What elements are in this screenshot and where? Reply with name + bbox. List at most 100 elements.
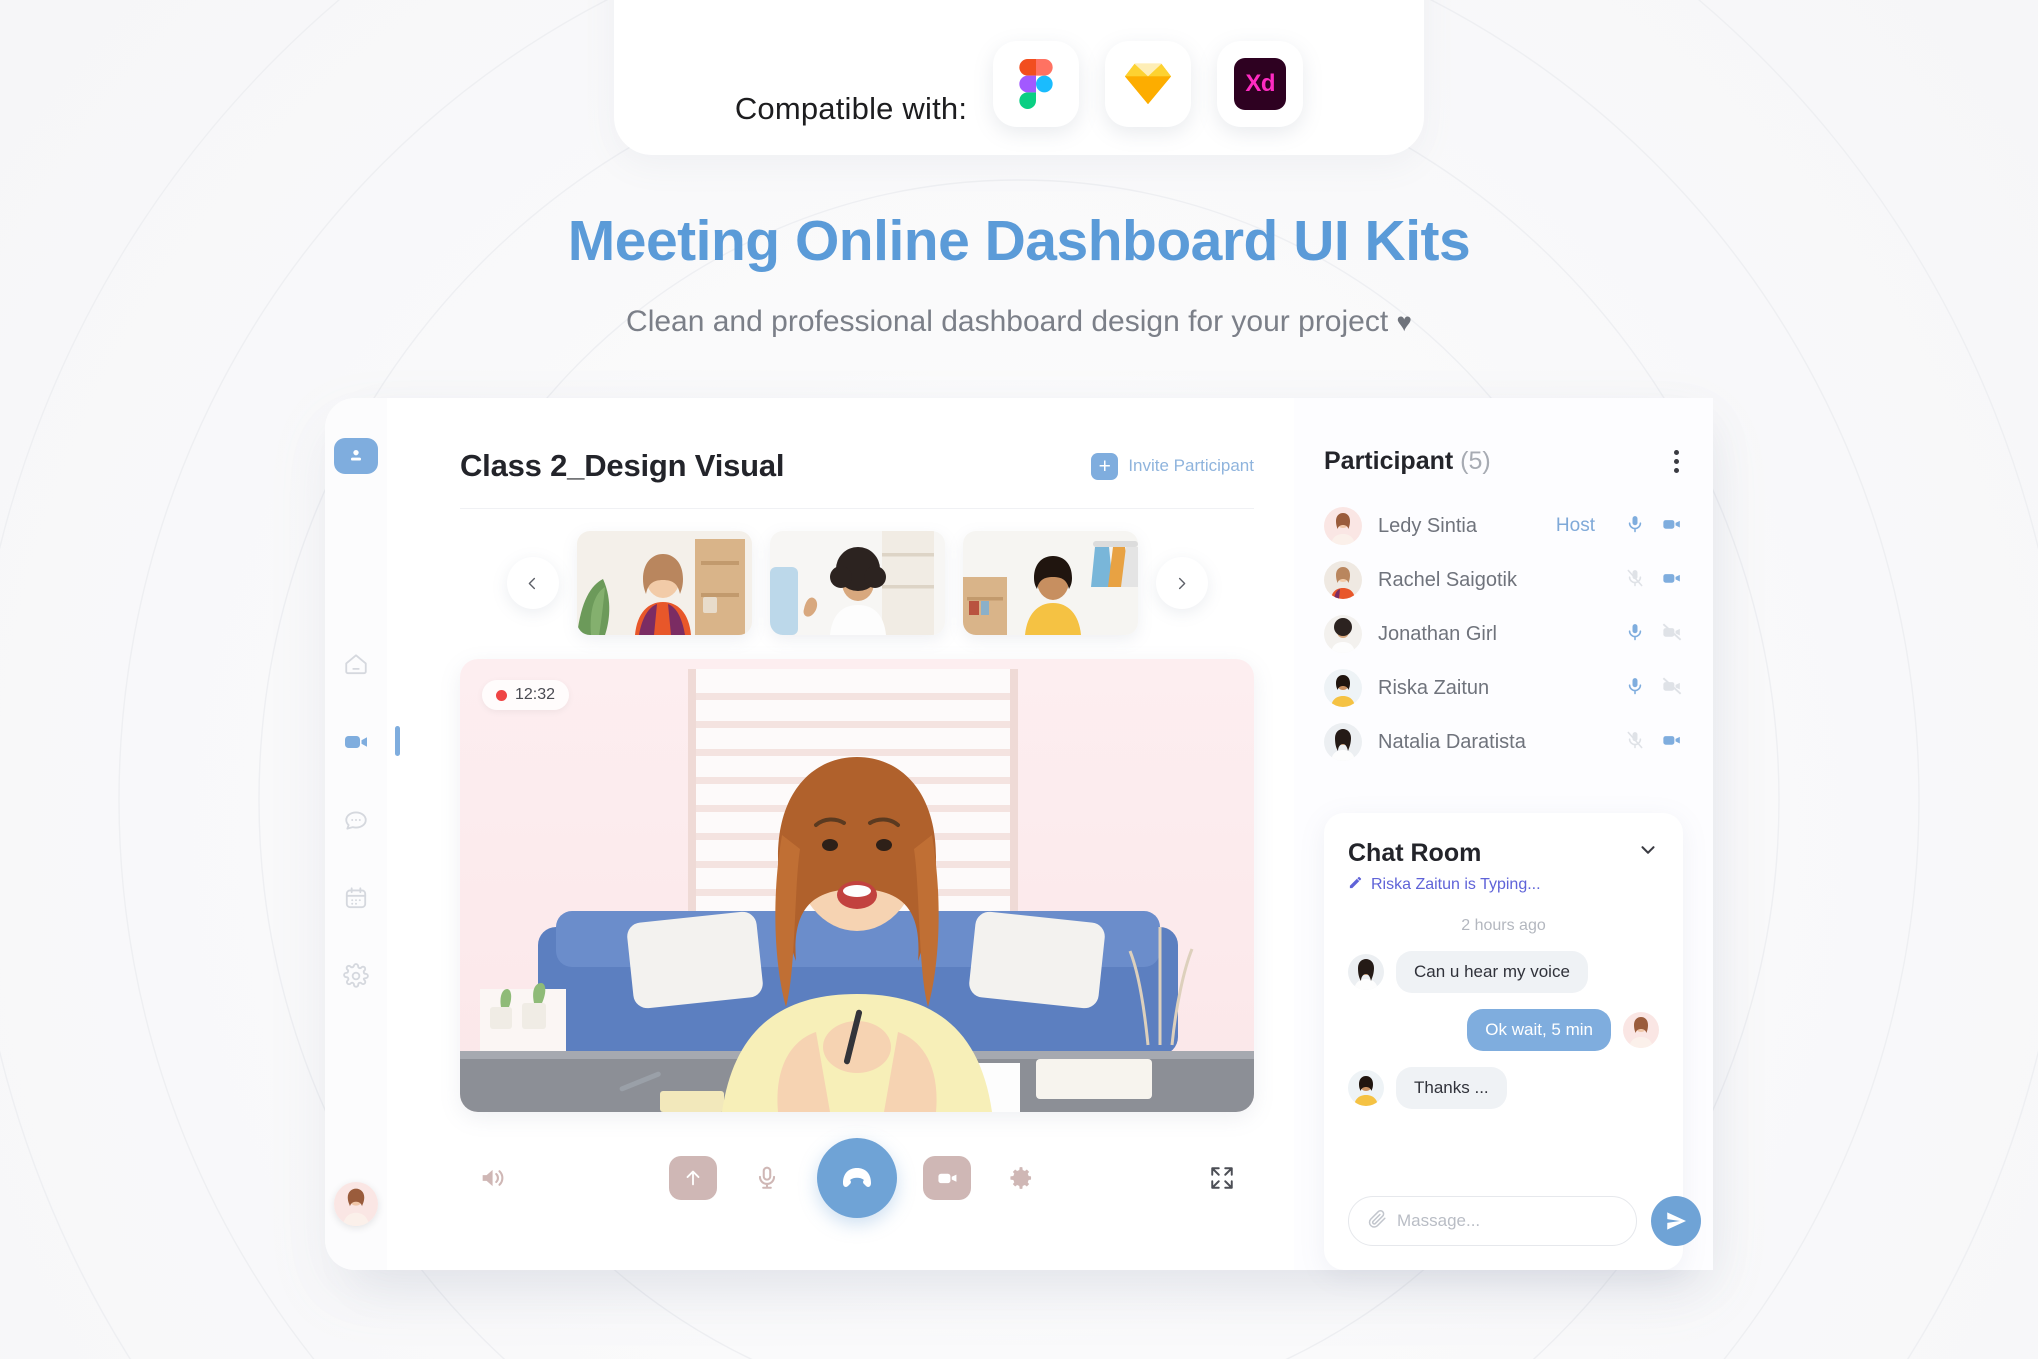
participant-row[interactable]: Riska Zaitun — [1324, 661, 1683, 715]
chevron-down-icon[interactable] — [1637, 839, 1659, 865]
thumbnail-participant-3[interactable] — [962, 531, 1138, 635]
screen-share-icon[interactable] — [669, 1156, 717, 1200]
sidebar-item-home[interactable] — [334, 642, 378, 686]
video-on-icon[interactable] — [1661, 729, 1683, 756]
participant-name: Natalia Daratista — [1378, 730, 1526, 753]
sidebar-item-chat[interactable] — [334, 798, 378, 842]
microphone-off-icon[interactable] — [1625, 568, 1645, 593]
typing-indicator: Riska Zaitun is Typing... — [1348, 875, 1541, 895]
sidebar-item-settings[interactable] — [334, 954, 378, 998]
room-title: Class 2_Design Visual — [460, 448, 785, 483]
participant-carousel — [460, 531, 1254, 635]
primary-controls — [669, 1138, 1045, 1218]
participant-status-icons — [1625, 621, 1683, 648]
end-call-icon[interactable] — [817, 1138, 897, 1218]
timer-value: 12:32 — [515, 686, 556, 703]
video-camera-icon[interactable] — [923, 1156, 971, 1200]
compatible-with-card: Compatible with: Xd — [614, 0, 1424, 155]
participant-name: Rachel Saigotik — [1378, 568, 1517, 591]
participant-row[interactable]: Jonathan Girl — [1324, 607, 1683, 661]
video-on-icon[interactable] — [1661, 567, 1683, 594]
microphone-on-icon[interactable] — [1625, 676, 1645, 701]
chat-room-card: Chat Room Riska Zaitun is Typing... 2 ho… — [1324, 813, 1701, 1270]
avatar — [1324, 615, 1362, 653]
chat-bubble: Thanks ... — [1396, 1067, 1507, 1109]
participant-row[interactable]: Natalia Daratista — [1324, 715, 1683, 769]
main-video-stage[interactable]: 12:32 — [460, 659, 1254, 1112]
plus-icon: + — [1091, 452, 1119, 480]
participant-status-icons — [1625, 675, 1683, 702]
participants-title: Participant (5) — [1324, 447, 1491, 476]
message-input[interactable] — [1397, 1211, 1618, 1231]
figma-logo-icon[interactable] — [993, 41, 1080, 127]
adobe-xd-logo-icon[interactable]: Xd — [1217, 41, 1304, 127]
active-indicator-bar — [395, 726, 400, 756]
message-input-wrapper[interactable] — [1348, 1196, 1637, 1246]
chat-room-title: Chat Room — [1348, 839, 1482, 867]
pencil-icon — [1348, 875, 1363, 895]
compatible-label: Compatible with: — [734, 91, 968, 126]
meeting-header: Class 2_Design Visual + Invite Participa… — [460, 448, 1254, 484]
chat-message-incoming: Thanks ... — [1348, 1067, 1659, 1109]
participant-row[interactable]: Rachel Saigotik — [1324, 553, 1683, 607]
microphone-off-icon[interactable] — [1625, 730, 1645, 755]
gear-icon[interactable] — [997, 1156, 1045, 1200]
send-icon[interactable] — [1651, 1196, 1701, 1246]
chat-composer — [1348, 1196, 1701, 1246]
participant-row[interactable]: Ledy Sintia Host — [1324, 499, 1683, 553]
sketch-logo-icon[interactable] — [1105, 41, 1192, 127]
chat-header: Chat Room Riska Zaitun is Typing... — [1348, 839, 1659, 895]
video-off-icon[interactable] — [1661, 621, 1683, 648]
participants-count: (5) — [1460, 447, 1491, 475]
participants-label: Participant — [1324, 447, 1454, 475]
kebab-menu-icon[interactable] — [1670, 446, 1683, 477]
invite-participant-label: Invite Participant — [1128, 456, 1254, 475]
chat-message-incoming: Can u hear my voice — [1348, 951, 1659, 993]
avatar — [1348, 954, 1384, 990]
chat-message-outgoing: Ok wait, 5 min — [1348, 1009, 1659, 1051]
avatar — [1324, 561, 1362, 599]
microphone-icon[interactable] — [743, 1156, 791, 1200]
participant-status-icons — [1625, 513, 1683, 540]
chat-bubble: Can u hear my voice — [1396, 951, 1588, 993]
participant-status-icons — [1625, 729, 1683, 756]
avatar — [1324, 507, 1362, 545]
participants-header: Participant (5) — [1324, 446, 1683, 477]
participant-name: Jonathan Girl — [1378, 622, 1497, 645]
chevron-right-icon[interactable] — [1155, 557, 1208, 609]
avatar — [1324, 669, 1362, 707]
sidebar-item-video[interactable] — [334, 720, 400, 764]
chevron-left-icon[interactable] — [506, 557, 559, 609]
fullscreen-icon[interactable] — [1198, 1156, 1246, 1200]
microphone-on-icon[interactable] — [1625, 514, 1645, 539]
paperclip-icon[interactable] — [1367, 1209, 1387, 1234]
microphone-on-icon[interactable] — [1625, 622, 1645, 647]
video-off-icon[interactable] — [1661, 675, 1683, 702]
participant-name: Riska Zaitun — [1378, 676, 1490, 699]
thumbnail-participant-2[interactable] — [769, 531, 945, 635]
video-on-icon[interactable] — [1661, 513, 1683, 540]
avatar — [1324, 723, 1362, 761]
invite-participant-button[interactable]: + Invite Participant — [1091, 452, 1254, 480]
page-title: Meeting Online Dashboard UI Kits — [567, 209, 1471, 273]
recording-dot-icon — [496, 689, 507, 701]
header-divider — [460, 508, 1254, 509]
user-card-icon[interactable] — [334, 438, 378, 474]
thumbnail-participant-1[interactable] — [576, 531, 752, 635]
xd-label: Xd — [1234, 58, 1287, 110]
participant-status-icons — [1625, 567, 1683, 594]
meeting-controls — [460, 1138, 1254, 1218]
avatar — [1623, 1012, 1659, 1048]
meeting-main: Class 2_Design Visual + Invite Participa… — [420, 398, 1294, 1270]
right-panel: Participant (5) Ledy Sintia Host Rachel … — [1294, 398, 1713, 1270]
subtitle-text: Clean and professional dashboard design … — [626, 305, 1389, 338]
host-badge: Host — [1555, 515, 1595, 536]
speaker-icon[interactable] — [468, 1156, 516, 1200]
participants-list: Ledy Sintia Host Rachel Saigotik Jonatha… — [1324, 499, 1683, 769]
app-sidebar — [325, 398, 400, 1270]
sidebar-item-calendar[interactable] — [334, 876, 378, 920]
sidebar-user-avatar[interactable] — [334, 1182, 378, 1226]
page-root: Compatible with: Xd Meeting Online Dashb… — [0, 0, 2038, 1359]
chat-bubble: Ok wait, 5 min — [1467, 1009, 1611, 1051]
page-subtitle: Clean and professional dashboard design … — [0, 305, 2038, 339]
